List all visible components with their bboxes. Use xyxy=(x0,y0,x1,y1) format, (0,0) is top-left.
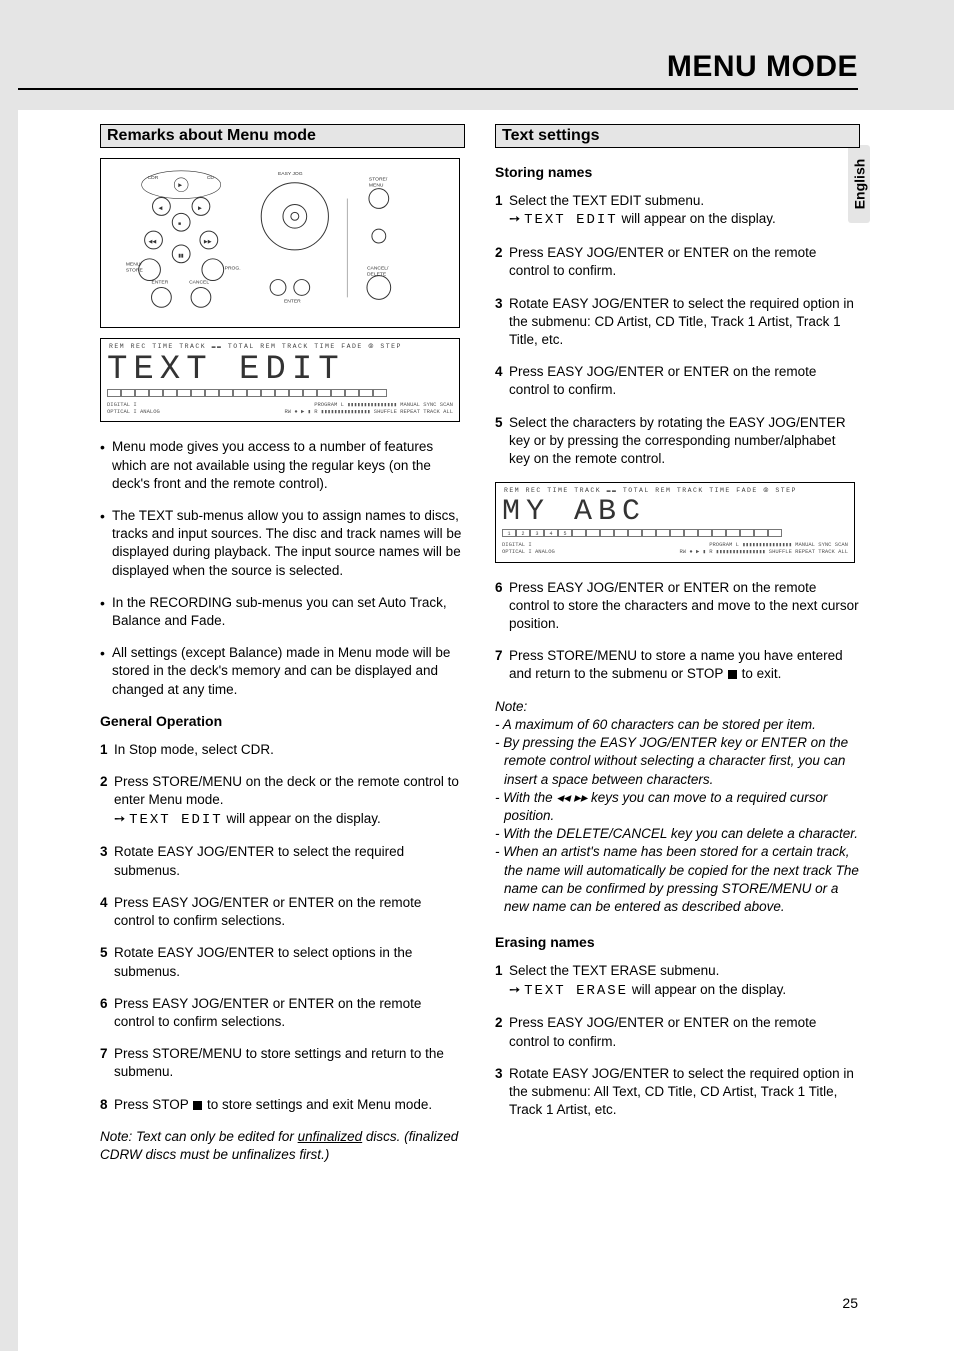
lcd-display-text-edit: REM REC TIME TRACK ▬▬ TOTAL REM TRACK TI… xyxy=(100,338,460,422)
page-title: MENU MODE xyxy=(667,50,858,84)
svg-text:◀◀: ◀◀ xyxy=(149,239,157,245)
svg-text:◀: ◀ xyxy=(158,205,162,211)
svg-text:▶: ▶ xyxy=(178,183,182,189)
step-8: 8 Press STOP to store settings and exit … xyxy=(100,1096,465,1114)
svg-text:▶: ▶ xyxy=(198,205,202,211)
lcd-bm1: PROGRAM L ▮▮▮▮▮▮▮▮▮▮▮▮▮▮▮ MANUAL SYNC SC… xyxy=(314,401,453,408)
erase-step-2: 2Press EASY JOG/ENTER or ENTER on the re… xyxy=(495,1014,860,1050)
left-section-header: Remarks about Menu mode xyxy=(100,124,465,148)
svg-text:CANCEL/: CANCEL/ xyxy=(367,266,389,272)
lcd2-bl1: DIGITAL I xyxy=(502,541,532,548)
title-rule xyxy=(18,88,858,90)
lcd2-bm1: PROGRAM L ▮▮▮▮▮▮▮▮▮▮▮▮▮▮▮ MANUAL SYNC SC… xyxy=(709,541,848,548)
svg-text:STORE: STORE xyxy=(126,268,144,274)
store-step-3: 3Rotate EASY JOG/ENTER to select the req… xyxy=(495,295,860,350)
svg-text:▶▶: ▶▶ xyxy=(204,239,212,245)
right-section-header: Text settings xyxy=(495,124,860,148)
svg-text:MENU/: MENU/ xyxy=(126,262,143,268)
step-6: 6Press EASY JOG/ENTER or ENTER on the re… xyxy=(100,995,465,1031)
erasing-names-heading: Erasing names xyxy=(495,934,860,950)
right-column: Text settings Storing names 1 Select the… xyxy=(495,124,860,1164)
store-step-6: 6Press EASY JOG/ENTER or ENTER on the re… xyxy=(495,579,860,634)
lcd-top-labels: REM REC TIME TRACK ▬▬ TOTAL REM TRACK TI… xyxy=(107,343,453,351)
note-1: - A maximum of 60 characters can be stor… xyxy=(495,716,860,734)
store-step-5: 5Select the characters by rotating the E… xyxy=(495,414,860,469)
lcd-bm2: RW ● ▶ ▮ R ▮▮▮▮▮▮▮▮▮▮▮▮▮▮▮ SHUFFLE REPEA… xyxy=(284,408,453,415)
bullet-1: Menu mode gives you access to a number o… xyxy=(100,438,465,493)
stop-icon xyxy=(728,670,737,679)
step-7: 7Press STORE/MENU to store settings and … xyxy=(100,1045,465,1081)
store-step-1: 1 Select the TEXT EDIT submenu. ➙ TEXT E… xyxy=(495,192,860,230)
control-panel-illustration: CDRCD ▶ ◀ ▶ ■ ◀◀ ▶▶ ▮▮ MENU/STORE PROG. … xyxy=(100,158,460,328)
lcd2-bm2: RW ● ▶ ▮ R ▮▮▮▮▮▮▮▮▮▮▮▮▮▮▮ SHUFFLE REPEA… xyxy=(679,548,848,555)
svg-text:MENU: MENU xyxy=(369,183,384,189)
store-step-4: 4Press EASY JOG/ENTER or ENTER on the re… xyxy=(495,363,860,399)
stop-icon xyxy=(193,1101,202,1110)
note-heading: Note: xyxy=(495,698,860,716)
svg-text:PROG.: PROG. xyxy=(225,266,241,272)
lcd2-cells: 12 34 5 xyxy=(502,529,848,537)
step-1: 1In Stop mode, select CDR. xyxy=(100,741,465,759)
erase-step-1: 1 Select the TEXT ERASE submenu. ➙ TEXT … xyxy=(495,962,860,1000)
erase-step-3: 3Rotate EASY JOG/ENTER to select the req… xyxy=(495,1065,860,1120)
lcd-display-my-abc: REM REC TIME TRACK ▬▬ TOTAL REM TRACK TI… xyxy=(495,482,855,562)
svg-text:CD: CD xyxy=(207,175,215,181)
lcd2-top-labels: REM REC TIME TRACK ▬▬ TOTAL REM TRACK TI… xyxy=(502,487,848,495)
svg-text:CANCEL: CANCEL xyxy=(189,280,209,286)
store-step-7: 7 Press STORE/MENU to store a name you h… xyxy=(495,647,860,683)
left-footnote: Note: Text can only be edited for unfina… xyxy=(100,1128,465,1164)
left-column: Remarks about Menu mode CDR CD ▶ ◀ ▶ ■ ◀◀… xyxy=(100,124,465,1164)
svg-text:ENTER: ENTER xyxy=(152,280,169,286)
storing-names-heading: Storing names xyxy=(495,164,860,180)
notes-block: Note: - A maximum of 60 characters can b… xyxy=(495,698,860,917)
svg-text:EASY JOG: EASY JOG xyxy=(278,171,303,177)
lcd2-bl2: OPTICAL I ANALOG xyxy=(502,548,555,555)
bullet-3: In the RECORDING sub-menus you can set A… xyxy=(100,594,465,630)
page-number: 25 xyxy=(842,1295,858,1311)
erasing-steps: 1 Select the TEXT ERASE submenu. ➙ TEXT … xyxy=(495,962,860,1119)
svg-text:ENTER: ENTER xyxy=(284,298,301,304)
storing-steps-a: 1 Select the TEXT EDIT submenu. ➙ TEXT E… xyxy=(495,192,860,468)
note-3: - With the ◂◂ ▸▸ keys you can move to a … xyxy=(495,789,860,825)
step-3: 3Rotate EASY JOG/ENTER to select the req… xyxy=(100,843,465,879)
svg-text:STORE/: STORE/ xyxy=(369,177,388,183)
step-4: 4Press EASY JOG/ENTER or ENTER on the re… xyxy=(100,894,465,930)
bullet-4: All settings (except Balance) made in Me… xyxy=(100,644,465,699)
svg-text:DELETE: DELETE xyxy=(367,272,387,278)
general-steps: 1In Stop mode, select CDR. 2 Press STORE… xyxy=(100,741,465,1114)
lcd-main-text: TEXT EDIT xyxy=(107,353,453,387)
bullet-2: The TEXT sub-menus allow you to assign n… xyxy=(100,507,465,580)
svg-text:▮▮: ▮▮ xyxy=(178,253,184,259)
lcd-cells xyxy=(107,389,453,397)
store-step-2: 2Press EASY JOG/ENTER or ENTER on the re… xyxy=(495,244,860,280)
svg-text:CDR: CDR xyxy=(148,175,159,181)
remarks-bullets: Menu mode gives you access to a number o… xyxy=(100,438,465,699)
lcd-bl2: OPTICAL I ANALOG xyxy=(107,408,160,415)
step-2: 2 Press STORE/MENU on the deck or the re… xyxy=(100,773,465,829)
svg-text:■: ■ xyxy=(178,222,181,227)
storing-steps-b: 6Press EASY JOG/ENTER or ENTER on the re… xyxy=(495,579,860,684)
lcd2-main-text: MY ABC xyxy=(502,497,848,527)
lcd-bl1: DIGITAL I xyxy=(107,401,137,408)
step-5: 5Rotate EASY JOG/ENTER to select options… xyxy=(100,944,465,980)
note-4: - With the DELETE/CANCEL key you can del… xyxy=(495,825,860,843)
note-2: - By pressing the EASY JOG/ENTER key or … xyxy=(495,734,860,789)
general-operation-heading: General Operation xyxy=(100,713,465,729)
note-5: - When an artist's name has been stored … xyxy=(495,843,860,916)
